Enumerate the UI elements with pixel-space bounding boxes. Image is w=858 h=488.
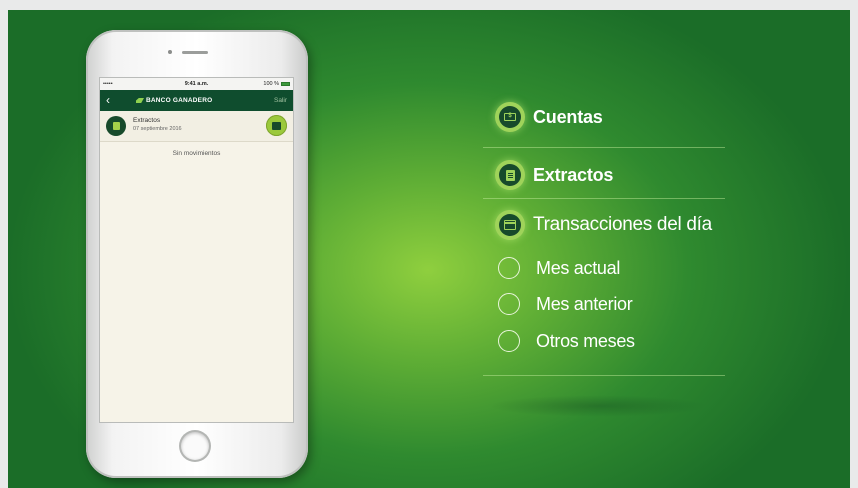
statement-row[interactable]: Extractos 07 septiembre 2016: [100, 111, 293, 142]
radio-circle-icon: [498, 257, 520, 279]
option-label: Otros meses: [536, 330, 635, 351]
option-mes-anterior: Mes anterior: [498, 293, 633, 315]
divider: [483, 147, 725, 148]
phone-mockup: ••••• 9:41 a.m. 100 % ‹ BANCO GANADERO S…: [86, 30, 308, 478]
menu-extractos-label: Extractos: [533, 164, 614, 185]
empty-state-text: Sin movimientos: [172, 150, 221, 157]
calendar-icon: [272, 121, 281, 130]
calendar-icon: [495, 210, 525, 240]
menu-cuentas: $ Cuentas: [495, 102, 603, 132]
menu-cuentas-label: Cuentas: [533, 106, 603, 127]
battery-icon: [281, 81, 290, 86]
battery-percent: 100 %: [263, 81, 279, 87]
calendar-button[interactable]: [266, 115, 287, 136]
home-button[interactable]: [181, 432, 209, 460]
status-bar: ••••• 9:41 a.m. 100 %: [100, 78, 293, 90]
document-icon: [106, 116, 126, 136]
document-icon: [495, 160, 525, 190]
phone-screen: ••••• 9:41 a.m. 100 % ‹ BANCO GANADERO S…: [100, 78, 293, 422]
menu-extractos: Extractos: [495, 160, 613, 190]
option-otros-meses: Otros meses: [498, 330, 635, 352]
divider: [483, 375, 725, 376]
option-mes-actual: Mes actual: [498, 257, 620, 279]
option-label: Mes actual: [536, 257, 621, 278]
speaker-grille: [182, 51, 208, 54]
option-label: Mes anterior: [536, 293, 633, 314]
promo-stage: ••••• 9:41 a.m. 100 % ‹ BANCO GANADERO S…: [8, 10, 850, 488]
bank-logo-icon: [136, 98, 144, 103]
app-header: ‹ BANCO GANADERO Salir: [100, 90, 293, 111]
decorative-shadow: [488, 395, 708, 417]
radio-circle-icon: [498, 293, 520, 315]
statement-date: 07 septiembre 2016: [133, 126, 182, 132]
divider: [483, 198, 725, 199]
bank-name: BANCO GANADERO: [146, 97, 213, 104]
camera-dot: [168, 50, 172, 54]
menu-transacciones-label: Transacciones del día: [533, 214, 712, 235]
back-icon[interactable]: ‹: [106, 93, 110, 107]
exit-button[interactable]: Salir: [274, 97, 287, 104]
menu-transacciones: Transacciones del día: [495, 210, 712, 240]
statement-title: Extractos: [133, 117, 161, 124]
money-icon: $: [495, 102, 525, 132]
radio-circle-icon: [498, 330, 520, 352]
